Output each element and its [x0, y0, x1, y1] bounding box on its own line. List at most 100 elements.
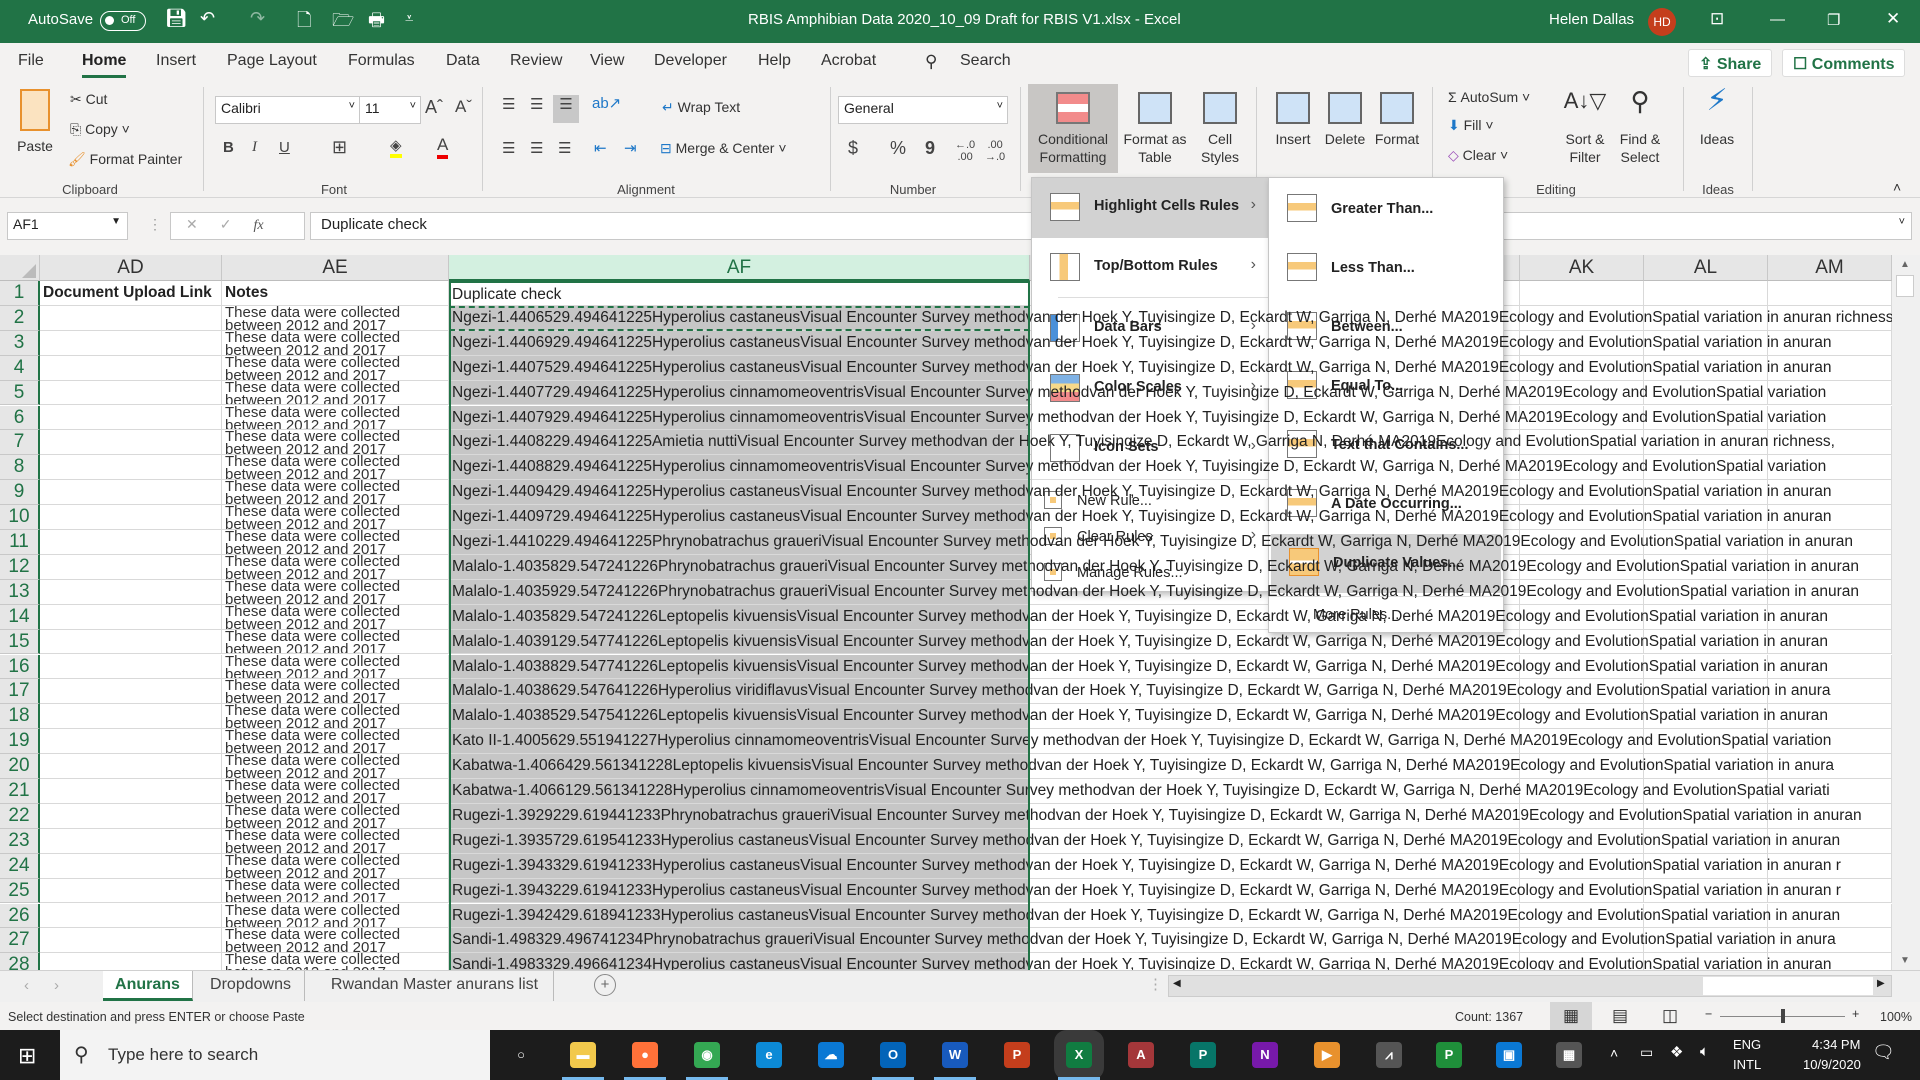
tab-insert[interactable]: Insert	[156, 52, 196, 70]
clock-time[interactable]: 4:34 PM	[1812, 1037, 1860, 1052]
cell-af[interactable]: Malalo-1.4038829.547741226Leptopelis kiv…	[449, 654, 1828, 680]
top-align-icon[interactable]: ☰	[502, 95, 515, 113]
battery-icon[interactable]: ▭	[1640, 1044, 1653, 1061]
cell-af[interactable]: Ngezi-1.4408229.494641225Amietia nuttiVi…	[449, 430, 1835, 456]
zoom-in-icon[interactable]: +	[1852, 1007, 1859, 1021]
taskbar-powerpoint-icon[interactable]: P	[1004, 1042, 1030, 1068]
taskbar-excel-icon[interactable]: X	[1066, 1042, 1092, 1068]
taskbar-search-box[interactable]: ⚲ Type here to search	[60, 1030, 490, 1080]
cell-ae[interactable]: These data were collected between 2012 a…	[222, 305, 449, 331]
taskbar-chart-app-icon[interactable]: ⩘	[1376, 1042, 1402, 1068]
cell-ae[interactable]: These data were collected between 2012 a…	[222, 903, 449, 929]
autosave-toggle[interactable]: Off	[100, 11, 146, 31]
prev-sheet-icon[interactable]: ‹	[24, 977, 29, 994]
zoom-level[interactable]: 100%	[1880, 1010, 1912, 1024]
sheet-tab-rwandan-master-anurans-list[interactable]: Rwandan Master anurans list	[316, 971, 554, 1001]
cell-ae[interactable]: These data were collected between 2012 a…	[222, 505, 449, 530]
format-as-table-button[interactable]: Format as Table	[1122, 92, 1188, 166]
cell-ae[interactable]: These data were collected between 2012 a…	[222, 330, 449, 356]
cell-ad[interactable]	[40, 679, 222, 705]
borders-icon[interactable]: ⊞	[332, 137, 347, 158]
fill-color-icon[interactable]: ◈	[390, 136, 402, 158]
scroll-up-icon[interactable]: ▲	[1900, 259, 1910, 270]
cell-ad[interactable]	[40, 604, 222, 630]
underline-button[interactable]: U	[279, 139, 290, 156]
tab-formulas[interactable]: Formulas	[348, 52, 415, 70]
row-header[interactable]: 20	[0, 754, 40, 779]
cell-ae[interactable]: These data were collected between 2012 a…	[222, 828, 449, 854]
taskbar-cortana-icon[interactable]: ○	[508, 1042, 534, 1068]
row-header[interactable]: 15	[0, 629, 40, 655]
row-header[interactable]: 10	[0, 505, 40, 530]
tab-help[interactable]: Help	[758, 52, 791, 70]
taskbar-word-icon[interactable]: W	[942, 1042, 968, 1068]
number-format-select[interactable]: General ˅	[838, 96, 1008, 124]
redo-icon[interactable]: ↷	[250, 8, 265, 29]
cell-ae[interactable]: These data were collected between 2012 a…	[222, 853, 449, 879]
row-header[interactable]: 13	[0, 579, 40, 605]
taskbar-network-app-icon[interactable]: ▣	[1496, 1042, 1522, 1068]
zoom-slider[interactable]	[1720, 1009, 1845, 1023]
volume-icon[interactable]: 🔈︎	[1700, 1043, 1709, 1060]
vertical-scrollbar[interactable]: ▲ ▼	[1892, 255, 1920, 970]
tab-acrobat[interactable]: Acrobat	[821, 52, 876, 70]
cell-ae[interactable]: These data were collected between 2012 a…	[222, 754, 449, 779]
row-header[interactable]: 27	[0, 928, 40, 954]
tab-view[interactable]: View	[590, 52, 624, 70]
cell-ae[interactable]: These data were collected between 2012 a…	[222, 380, 449, 406]
page-layout-view-icon[interactable]: ▤	[1612, 1006, 1628, 1026]
comma-button[interactable]: 9	[925, 138, 935, 159]
cell-ad[interactable]	[40, 505, 222, 530]
row-header[interactable]: 1	[0, 281, 40, 306]
row-header[interactable]: 21	[0, 779, 40, 804]
column-header-ak[interactable]: AK	[1520, 255, 1644, 281]
split-handle-icon[interactable]: ⋮	[1148, 975, 1163, 993]
cell-af[interactable]: Kato II-1.4005629.551941227Hyperolius ci…	[449, 729, 1831, 755]
sort-filter-button[interactable]: A↓▽ Sort & Filter	[1560, 90, 1610, 166]
cell-af[interactable]: Rugezi-1.3929229.619441233Phrynobatrachu…	[449, 803, 1862, 829]
cell-af[interactable]: Kabatwa-1.4066429.561341228Leptopelis ki…	[449, 754, 1834, 779]
cell-ad[interactable]	[40, 754, 222, 779]
align-left-icon[interactable]: ☰	[502, 139, 515, 157]
print-preview-icon[interactable]: 🖶	[368, 8, 385, 38]
cell-ad[interactable]	[40, 878, 222, 904]
cell-af[interactable]: Ngezi-1.4408829.494641225Hyperolius cinn…	[449, 455, 1826, 481]
search-icon[interactable]: ⚲	[925, 52, 937, 72]
minimize-icon[interactable]: —	[1770, 11, 1785, 28]
cell-af[interactable]: Ngezi-1.4406529.494641225Hyperolius cast…	[449, 305, 1892, 331]
select-all-button[interactable]	[0, 255, 40, 281]
row-header[interactable]: 19	[0, 729, 40, 755]
cell-ad[interactable]	[40, 704, 222, 730]
cell-af[interactable]: Sandi-1.4983329.496641234Hyperolius cast…	[449, 953, 1831, 970]
cell-ad[interactable]	[40, 455, 222, 481]
cell-ad[interactable]	[40, 629, 222, 655]
taskbar-publisher-icon[interactable]: P	[1190, 1042, 1216, 1068]
cell-af[interactable]: Ngezi-1.4407529.494641225Hyperolius cast…	[449, 355, 1831, 381]
tab-data[interactable]: Data	[446, 52, 480, 70]
merge-center-button[interactable]: ⊟ Merge & Center ˅	[660, 140, 787, 157]
search-box[interactable]: Search	[960, 52, 1011, 70]
enter-icon[interactable]: ✓	[220, 216, 232, 232]
conditional-formatting-button[interactable]: Conditional Formatting	[1028, 84, 1118, 173]
cell-af[interactable]: Rugezi-1.3943329.61941233Hyperolius cast…	[449, 853, 1841, 879]
horizontal-scroll-thumb[interactable]	[1703, 977, 1873, 995]
cell-ae[interactable]: These data were collected between 2012 a…	[222, 953, 449, 970]
taskbar-media-player-icon[interactable]: ▶	[1314, 1042, 1340, 1068]
cell-ad[interactable]	[40, 779, 222, 804]
row-header[interactable]: 26	[0, 903, 40, 929]
cell-ad[interactable]	[40, 803, 222, 829]
clear-button[interactable]: ◇ Clear ˅	[1448, 147, 1508, 164]
font-color-icon[interactable]: A	[437, 135, 449, 159]
cell-af[interactable]: Sandi-1.498329.496741234Phrynobatrachus …	[449, 928, 1836, 954]
find-select-button[interactable]: ⚲ Find & Select	[1612, 88, 1668, 166]
row-header[interactable]: 4	[0, 355, 40, 381]
orientation-icon[interactable]: ab↗	[592, 94, 621, 112]
ribbon-display-icon[interactable]: ⊡	[1710, 9, 1724, 29]
tab-developer[interactable]: Developer	[654, 52, 727, 70]
taskbar-edge-icon[interactable]: e	[756, 1042, 782, 1068]
cell-ad[interactable]	[40, 729, 222, 755]
add-sheet-button[interactable]: +	[594, 974, 616, 996]
collapse-ribbon-icon[interactable]: ˄	[1893, 179, 1901, 195]
row-header[interactable]: 25	[0, 878, 40, 904]
cell-af[interactable]: Ngezi-1.4409729.494641225Hyperolius cast…	[449, 505, 1831, 530]
